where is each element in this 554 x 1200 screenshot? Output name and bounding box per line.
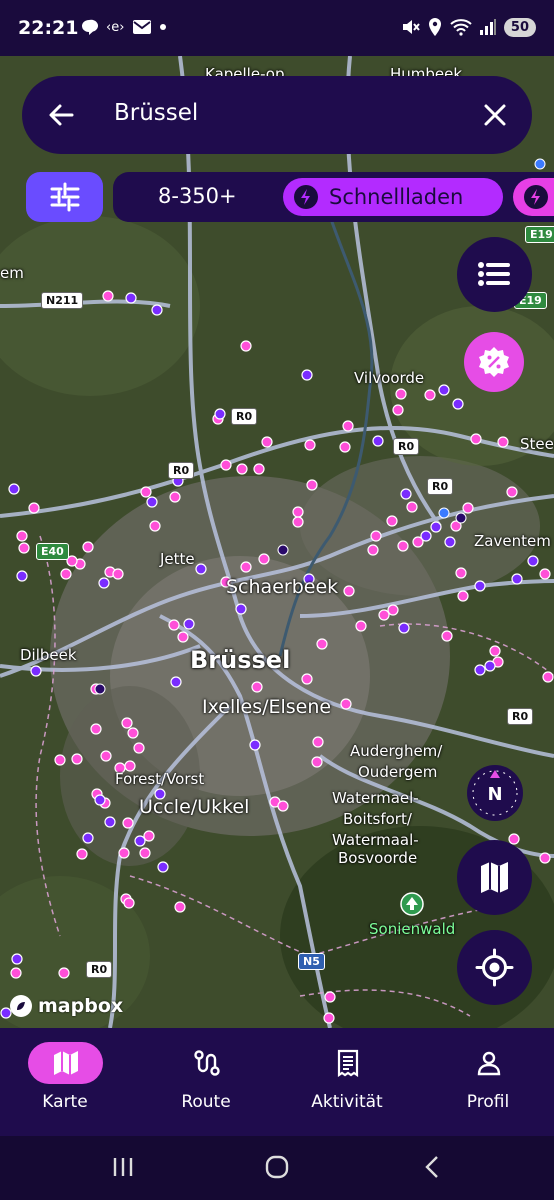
compass-button[interactable]: N bbox=[467, 765, 523, 821]
nav-label: Profil bbox=[466, 1092, 510, 1112]
bottom-navigation: Karte Route Aktivität Profil bbox=[0, 1028, 554, 1136]
filter-chip-next[interactable] bbox=[513, 178, 554, 216]
place-label-watermael-4: Bosvoorde bbox=[338, 849, 418, 867]
route-icon bbox=[193, 1050, 220, 1076]
compass-label: N bbox=[487, 784, 502, 805]
ellipsis-badge-icon: ‹e› bbox=[106, 19, 125, 35]
nav-label: Route bbox=[181, 1092, 231, 1112]
nav-label: Aktivität bbox=[311, 1092, 383, 1112]
place-label-sonienwald: Sonienwald bbox=[369, 920, 456, 938]
nav-icon-wrap bbox=[169, 1042, 244, 1084]
search-bar[interactable]: Brüssel bbox=[22, 76, 532, 154]
road-shield-r0: R0 bbox=[507, 708, 534, 725]
locate-icon bbox=[475, 948, 514, 987]
place-label-auderghem-2: Oudergem bbox=[358, 763, 438, 781]
road-shield-r0: R0 bbox=[86, 961, 113, 978]
filter-chip-fast-charging[interactable]: Schnellladen bbox=[283, 178, 503, 216]
dot-icon bbox=[160, 24, 167, 30]
home-icon[interactable] bbox=[264, 1154, 290, 1180]
road-shield-r0: R0 bbox=[231, 408, 258, 425]
place-label-dilbeek: Dilbeek bbox=[20, 646, 77, 664]
recent-apps-icon[interactable] bbox=[110, 1154, 136, 1180]
nav-tab-aktivitaet[interactable]: Aktivität bbox=[292, 1042, 402, 1112]
mapbox-logo-icon bbox=[10, 995, 32, 1017]
road-shield-r0: R0 bbox=[393, 438, 420, 455]
filter-chip-fast-label: Schnellladen bbox=[329, 185, 464, 209]
list-icon bbox=[478, 262, 510, 286]
map-style-button[interactable] bbox=[457, 840, 532, 915]
system-navigation-bar bbox=[0, 1136, 554, 1200]
locate-me-button[interactable] bbox=[457, 930, 532, 1005]
place-label-watermael-1: Watermael- bbox=[332, 789, 419, 807]
filter-settings-button[interactable] bbox=[26, 172, 103, 222]
lightning-icon bbox=[524, 185, 548, 209]
filter-chip-power-range[interactable]: 8-350+ bbox=[158, 184, 237, 208]
road-shield-n5: N5 bbox=[298, 953, 325, 970]
place-label-steen: Stee bbox=[520, 435, 554, 453]
receipt-icon bbox=[337, 1049, 358, 1077]
nav-icon-wrap bbox=[27, 1042, 103, 1084]
list-view-button[interactable] bbox=[457, 237, 532, 312]
place-label-ixelles: Ixelles/Elsene bbox=[202, 696, 332, 718]
place-label-watermael-2: Boitsfort/ bbox=[343, 810, 412, 828]
place-label-em: em bbox=[0, 264, 24, 282]
place-label-zaventem: Zaventem bbox=[474, 532, 551, 550]
place-label-uccle: Uccle/Ukkel bbox=[139, 796, 250, 818]
nav-tab-profil[interactable]: Profil bbox=[433, 1042, 543, 1112]
place-label-watermael-3: Watermaal- bbox=[332, 831, 419, 849]
nav-label: Karte bbox=[42, 1092, 88, 1112]
signal-icon bbox=[479, 19, 496, 35]
back-icon[interactable] bbox=[420, 1154, 446, 1180]
percent-badge-icon bbox=[479, 347, 509, 377]
road-shield-r0: R0 bbox=[427, 478, 454, 495]
wifi-icon bbox=[450, 19, 472, 36]
status-time: 22:21 bbox=[18, 17, 79, 39]
nav-tab-karte[interactable]: Karte bbox=[10, 1042, 120, 1112]
person-icon bbox=[477, 1051, 500, 1076]
mapbox-attribution[interactable]: mapbox bbox=[8, 993, 123, 1019]
status-bar: 22:21 ‹e› 50 bbox=[0, 0, 554, 56]
search-query[interactable]: Brüssel bbox=[114, 100, 198, 126]
compass-icon: N bbox=[472, 770, 518, 816]
nav-icon-wrap bbox=[451, 1042, 526, 1084]
notification-icons: ‹e› bbox=[80, 18, 167, 36]
filter-chip-row[interactable]: 8-350+ Schnellladen bbox=[113, 172, 554, 222]
place-label-bruessel: Brüssel bbox=[190, 646, 291, 674]
map-icon bbox=[53, 1051, 78, 1075]
discount-button[interactable] bbox=[464, 332, 524, 392]
place-label-forest: Forest/Vorst bbox=[115, 770, 205, 788]
map-icon bbox=[481, 862, 508, 893]
road-shield-e40: E40 bbox=[36, 543, 69, 560]
place-label-vilvoorde: Vilvoorde bbox=[354, 369, 425, 387]
nav-icon-wrap bbox=[310, 1042, 385, 1084]
place-label-jette: Jette bbox=[160, 550, 195, 568]
lightning-icon bbox=[294, 185, 318, 209]
road-shield-n211: N211 bbox=[41, 292, 84, 309]
mail-icon bbox=[133, 20, 152, 34]
close-icon[interactable] bbox=[482, 102, 508, 128]
place-label-schaerbeek: Schaerbeek bbox=[226, 576, 339, 598]
battery-indicator: 50 bbox=[503, 17, 536, 37]
place-label-auderghem-1: Auderghem/ bbox=[350, 742, 443, 760]
chat-bubble-icon bbox=[82, 19, 98, 35]
sliders-icon bbox=[50, 182, 80, 212]
road-shield-r0: R0 bbox=[168, 462, 195, 479]
system-icons: 50 bbox=[400, 17, 536, 37]
location-icon bbox=[428, 18, 441, 36]
mapbox-label: mapbox bbox=[38, 995, 124, 1017]
mute-icon bbox=[402, 20, 420, 34]
nav-tab-route[interactable]: Route bbox=[151, 1042, 261, 1112]
back-arrow-icon[interactable] bbox=[46, 100, 76, 130]
